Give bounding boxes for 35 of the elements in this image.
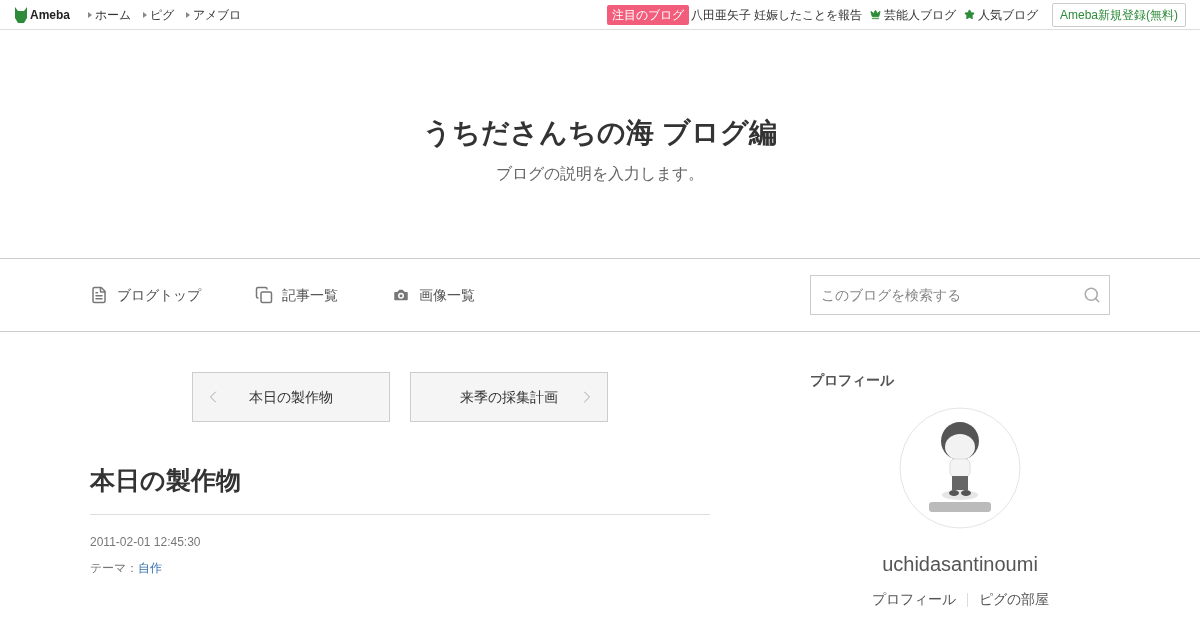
- triangle-icon: [143, 11, 147, 18]
- triangle-icon: [186, 11, 190, 18]
- camera-icon: [392, 286, 410, 304]
- profile-heading: プロフィール: [810, 371, 895, 390]
- blog-description: ブログの説明を入力します。: [496, 164, 704, 184]
- nav-tab[interactable]: 画像一覧: [392, 284, 475, 306]
- search-field[interactable]: このブログを検索する: [810, 275, 1110, 315]
- theme-label: テーマ：: [90, 559, 138, 577]
- search-icon[interactable]: [1083, 286, 1101, 304]
- signup-button[interactable]: Ameba新規登録(無料): [1052, 2, 1186, 27]
- logo-icon[interactable]: [14, 5, 28, 24]
- article-title[interactable]: 本日の製作物: [90, 462, 710, 515]
- featured-link[interactable]: 八田亜矢子 妊娠したことを報告: [690, 5, 862, 24]
- ranking-link[interactable]: 人気ブログ: [978, 5, 1038, 24]
- article-date: 2011-02-01 12:45:30: [90, 533, 202, 551]
- nav-link[interactable]: アメブロ: [186, 5, 241, 24]
- nav-link[interactable]: ホーム: [88, 5, 131, 24]
- nav-link[interactable]: ピグ: [143, 5, 174, 24]
- ranking-link[interactable]: 芸能人ブログ: [884, 5, 956, 24]
- crown-icon: [870, 9, 881, 20]
- document-icon: [90, 286, 108, 304]
- previous-post-button[interactable]: 本日の製作物: [192, 372, 390, 422]
- blog-title[interactable]: うちださんちの海 ブログ編: [423, 112, 777, 154]
- triangle-icon: [88, 11, 92, 18]
- copy-icon: [255, 286, 273, 304]
- star-icon: [964, 9, 975, 20]
- profile-link[interactable]: ピグの部屋: [978, 589, 1049, 610]
- profile-link[interactable]: プロフィール: [871, 589, 956, 610]
- logo-text[interactable]: Ameba: [30, 5, 70, 24]
- nav-tab[interactable]: 記事一覧: [255, 284, 338, 306]
- next-post-button[interactable]: 来季の採集計画: [410, 372, 608, 422]
- profile-name[interactable]: uchidasantinoumi: [810, 549, 1110, 579]
- featured-badge: 注目のブログ: [606, 4, 689, 25]
- nav-tab[interactable]: ブログトップ: [90, 284, 201, 306]
- theme-link[interactable]: 自作: [138, 558, 162, 577]
